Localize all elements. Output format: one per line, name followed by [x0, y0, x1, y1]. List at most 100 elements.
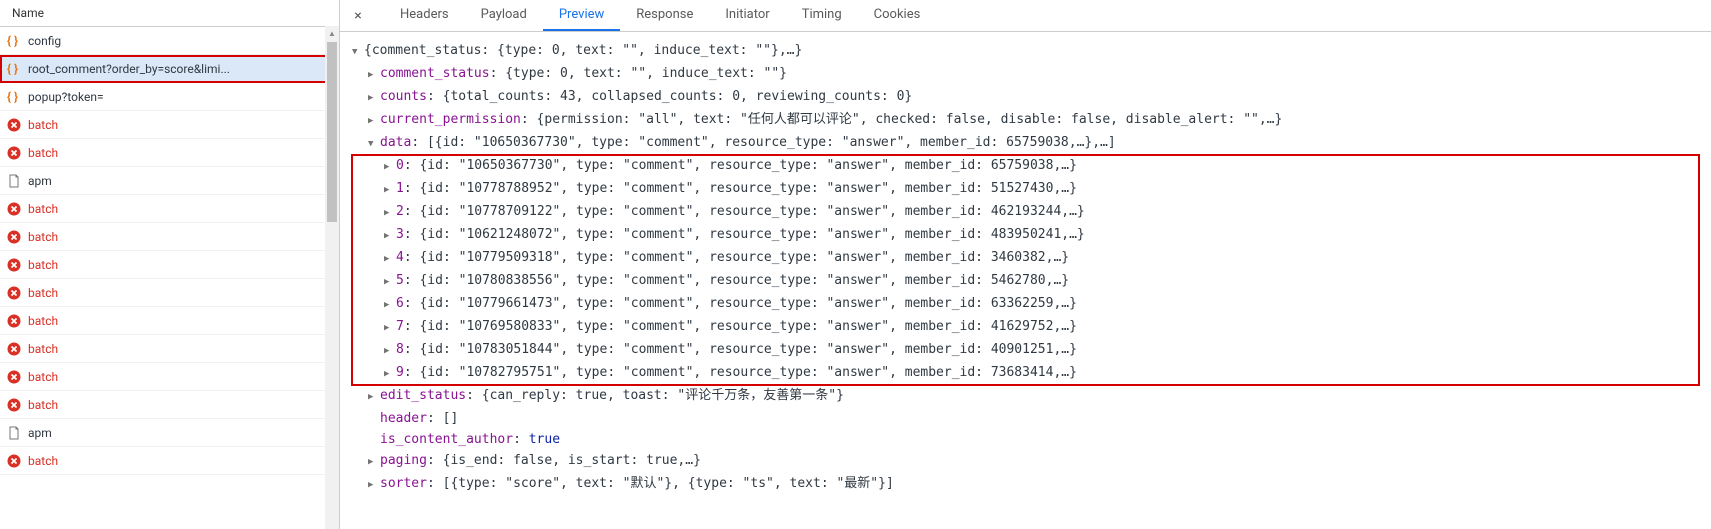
expand-icon[interactable]	[384, 201, 394, 224]
tab-payload[interactable]: Payload	[465, 0, 543, 31]
request-name: config	[28, 34, 61, 48]
data-item[interactable]: 1: {id: "10778788952", type: "comment", …	[396, 181, 1077, 196]
expand-icon[interactable]	[368, 473, 378, 496]
error-icon	[6, 201, 22, 217]
expand-icon[interactable]	[368, 109, 378, 132]
request-row[interactable]: { } config	[0, 27, 339, 55]
prop-current-permission[interactable]: current_permission: {permission: "all", …	[380, 112, 1282, 127]
svg-text:{ }: { }	[7, 34, 18, 48]
request-row[interactable]: batch	[0, 195, 339, 223]
detail-panel: × HeadersPayloadPreviewResponseInitiator…	[340, 0, 1711, 529]
request-name: batch	[28, 146, 58, 160]
expand-icon[interactable]	[352, 40, 362, 63]
request-name: batch	[28, 118, 58, 132]
error-icon	[6, 369, 22, 385]
column-header-name[interactable]: Name	[0, 0, 339, 27]
error-icon	[6, 145, 22, 161]
request-name: apm	[28, 426, 52, 440]
request-row[interactable]: batch	[0, 307, 339, 335]
error-icon	[6, 117, 22, 133]
prop-counts[interactable]: counts: {total_counts: 43, collapsed_cou…	[380, 89, 912, 104]
scroll-up-icon[interactable]: ▲	[325, 26, 339, 40]
prop-data[interactable]: data: [{id: "10650367730", type: "commen…	[380, 135, 1116, 150]
data-item[interactable]: 0: {id: "10650367730", type: "comment", …	[396, 158, 1077, 173]
error-icon	[6, 397, 22, 413]
tab-response[interactable]: Response	[620, 0, 709, 31]
expand-icon[interactable]	[384, 247, 394, 270]
request-row[interactable]: batch	[0, 139, 339, 167]
preview-body: {comment_status: {type: 0, text: "", ind…	[340, 32, 1711, 529]
request-name: apm	[28, 174, 52, 188]
tab-headers[interactable]: Headers	[384, 0, 465, 31]
request-row[interactable]: { } popup?token=	[0, 83, 339, 111]
expand-icon[interactable]	[384, 224, 394, 247]
network-request-list: Name { } config { } root_comment?order_by=s…	[0, 0, 340, 529]
expand-icon[interactable]	[384, 316, 394, 339]
doc-icon	[6, 425, 22, 441]
expand-icon[interactable]	[384, 270, 394, 293]
request-row[interactable]: batch	[0, 251, 339, 279]
error-icon	[6, 313, 22, 329]
data-item[interactable]: 8: {id: "10783051844", type: "comment", …	[396, 342, 1077, 357]
request-name: batch	[28, 202, 58, 216]
prop-header[interactable]: header: []	[380, 411, 458, 426]
expand-icon[interactable]	[384, 362, 394, 385]
tab-timing[interactable]: Timing	[786, 0, 858, 31]
tab-cookies[interactable]: Cookies	[858, 0, 937, 31]
data-item[interactable]: 5: {id: "10780838556", type: "comment", …	[396, 273, 1069, 288]
expand-icon[interactable]	[368, 63, 378, 86]
request-row[interactable]: batch	[0, 111, 339, 139]
expand-icon[interactable]	[368, 385, 378, 408]
scrollbar-thumb[interactable]	[327, 42, 337, 222]
request-row[interactable]: batch	[0, 363, 339, 391]
data-item[interactable]: 9: {id: "10782795751", type: "comment", …	[396, 365, 1077, 380]
json-icon: { }	[6, 33, 22, 49]
data-array-items: 0: {id: "10650367730", type: "comment", …	[352, 155, 1699, 385]
data-item[interactable]: 2: {id: "10778709122", type: "comment", …	[396, 204, 1085, 219]
data-item[interactable]: 4: {id: "10779509318", type: "comment", …	[396, 250, 1069, 265]
prop-paging[interactable]: paging: {is_end: false, is_start: true,……	[380, 453, 701, 468]
request-row[interactable]: batch	[0, 447, 339, 475]
expand-icon[interactable]	[384, 178, 394, 201]
request-row[interactable]: batch	[0, 335, 339, 363]
request-name: batch	[28, 286, 58, 300]
expand-icon[interactable]	[384, 293, 394, 316]
root-object[interactable]: {comment_status: {type: 0, text: "", ind…	[364, 43, 802, 58]
sidebar-scrollbar[interactable]: ▲	[325, 26, 339, 529]
expand-icon[interactable]	[368, 450, 378, 473]
svg-text:{ }: { }	[7, 62, 18, 76]
prop-is-content-author[interactable]: is_content_author: true	[380, 432, 560, 447]
expand-icon[interactable]	[384, 155, 394, 178]
request-name: batch	[28, 342, 58, 356]
data-item[interactable]: 3: {id: "10621248072", type: "comment", …	[396, 227, 1085, 242]
error-icon	[6, 257, 22, 273]
prop-edit-status[interactable]: edit_status: {can_reply: true, toast: "评…	[380, 388, 844, 403]
tab-initiator[interactable]: Initiator	[709, 0, 785, 31]
request-row[interactable]: batch	[0, 279, 339, 307]
request-row[interactable]: apm	[0, 419, 339, 447]
tab-preview[interactable]: Preview	[543, 0, 620, 31]
data-item[interactable]: 7: {id: "10769580833", type: "comment", …	[396, 319, 1077, 334]
request-name: root_comment?order_by=score&limi...	[28, 62, 230, 76]
expand-icon[interactable]	[368, 86, 378, 109]
request-name: batch	[28, 454, 58, 468]
request-name: batch	[28, 370, 58, 384]
error-icon	[6, 285, 22, 301]
request-name: popup?token=	[28, 90, 104, 104]
request-row[interactable]: { } root_comment?order_by=score&limi...	[0, 55, 339, 83]
request-row[interactable]: batch	[0, 223, 339, 251]
request-name: batch	[28, 398, 58, 412]
expand-icon[interactable]	[368, 132, 378, 155]
error-icon	[6, 341, 22, 357]
prop-comment-status[interactable]: comment_status: {type: 0, text: "", indu…	[380, 66, 787, 81]
request-row[interactable]: batch	[0, 391, 339, 419]
prop-sorter[interactable]: sorter: [{type: "score", text: "默认"}, {t…	[380, 476, 894, 491]
svg-text:{ }: { }	[7, 90, 18, 104]
close-icon[interactable]: ×	[348, 6, 368, 26]
data-item[interactable]: 6: {id: "10779661473", type: "comment", …	[396, 296, 1077, 311]
request-name: batch	[28, 258, 58, 272]
request-row[interactable]: apm	[0, 167, 339, 195]
expand-icon[interactable]	[384, 339, 394, 362]
error-icon	[6, 453, 22, 469]
doc-icon	[6, 173, 22, 189]
